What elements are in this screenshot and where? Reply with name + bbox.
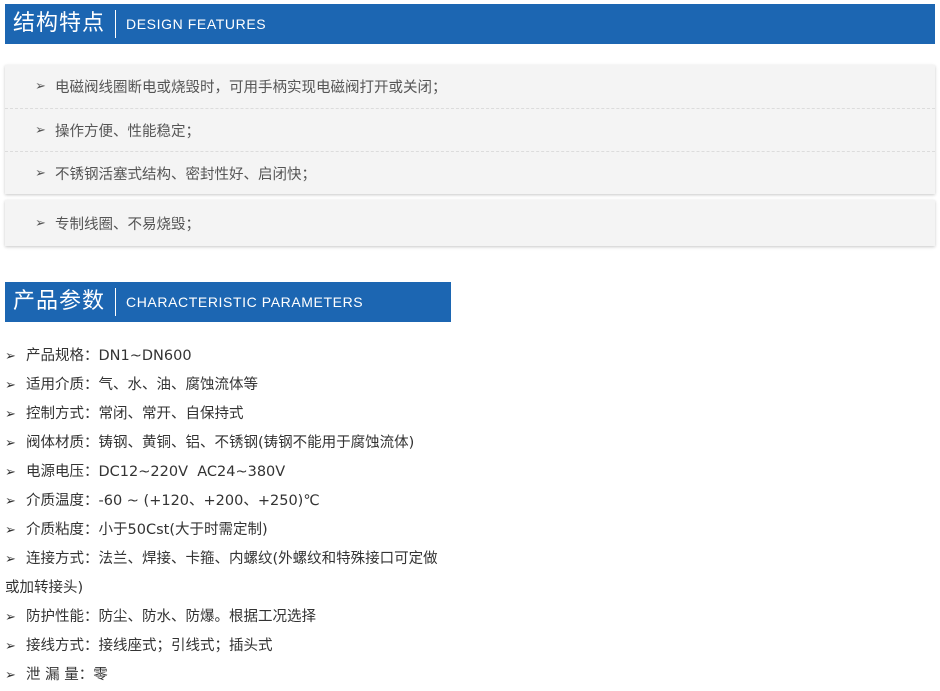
feature-item: ➢ 不锈钢活塞式结构、密封性好、启闭快； <box>5 151 935 194</box>
param-item: ➢ 介质温度：-60 ~ (+120、+200、+250)℃ <box>5 487 445 516</box>
header-divider <box>115 288 117 316</box>
header-divider <box>115 10 117 38</box>
param-item: ➢ 阀体材质：铸钢、黄铜、铝、不锈钢(铸钢不能用于腐蚀流体) <box>5 429 445 458</box>
param-text: 阀体材质：铸钢、黄铜、铝、不锈钢(铸钢不能用于腐蚀流体) <box>26 435 415 451</box>
params-list: ➢ 产品规格：DN1~DN600 ➢ 适用介质：气、水、油、腐蚀流体等 ➢ 控制方式：… <box>5 342 445 690</box>
param-text: 接线方式：接线座式；引线式；插头式 <box>26 638 273 654</box>
feature-item-text: 电磁阀线圈断电或烧毁时，可用手柄实现电磁阀打开或关闭； <box>55 80 447 96</box>
param-text: 电源电压：DC12~220V AC24~380V <box>26 464 286 480</box>
param-text: 介质温度：-60 ~ (+120、+200、+250)℃ <box>26 493 320 509</box>
param-text: 产品规格：DN1~DN600 <box>26 348 192 364</box>
features-title-zh: 结构特点 <box>13 11 106 36</box>
param-item: ➢ 适用介质：气、水、油、腐蚀流体等 <box>5 371 445 400</box>
param-text: 防护性能：防尘、防水、防爆。根据工况选择 <box>26 609 316 625</box>
param-item: ➢ 控制方式：常闭、常开、自保持式 <box>5 400 445 429</box>
features-section-header: 结构特点 DESIGN FEATURES <box>5 4 935 44</box>
params-title-en: CHARACTERISTIC PARAMETERS <box>126 294 364 310</box>
param-text: 介质粘度：小于50Cst(大于时需定制) <box>26 522 268 538</box>
feature-item: ➢ 电磁阀线圈断电或烧毁时，可用手柄实现电磁阀打开或关闭； <box>5 65 935 108</box>
params-section-header: 产品参数 CHARACTERISTIC PARAMETERS <box>5 282 451 322</box>
arrow-right-icon: ➢ <box>35 215 46 231</box>
param-item: ➢ 接线方式：接线座式；引线式；插头式 <box>5 632 445 661</box>
param-item: ➢ 电源电压：DC12~220V AC24~380V <box>5 458 445 487</box>
arrow-right-icon: ➢ <box>5 349 16 364</box>
arrow-right-icon: ➢ <box>5 465 16 480</box>
features-box-secondary: ➢ 专制线圈、不易烧毁； <box>5 200 935 246</box>
param-text: 连接方式：法兰、焊接、卡箍、内螺纹(外螺纹和特殊接口可定做或加转接头) <box>5 551 438 596</box>
arrow-right-icon: ➢ <box>5 668 16 683</box>
params-title-zh: 产品参数 <box>13 289 106 314</box>
arrow-right-icon: ➢ <box>5 378 16 393</box>
param-text: 泄 漏 量：零 <box>26 667 108 683</box>
param-item: ➢ 防护性能：防尘、防水、防爆。根据工况选择 <box>5 603 445 632</box>
arrow-right-icon: ➢ <box>5 639 16 654</box>
features-box: ➢ 电磁阀线圈断电或烧毁时，可用手柄实现电磁阀打开或关闭； ➢ 操作方便、性能稳… <box>5 65 935 194</box>
arrow-right-icon: ➢ <box>5 494 16 509</box>
feature-item-text: 操作方便、性能稳定； <box>55 123 200 140</box>
param-item: ➢ 泄 漏 量：零 <box>5 661 445 690</box>
arrow-right-icon: ➢ <box>5 523 16 538</box>
arrow-right-icon: ➢ <box>5 436 16 451</box>
arrow-right-icon: ➢ <box>5 552 16 567</box>
feature-item: ➢ 专制线圈、不易烧毁； <box>5 200 935 246</box>
feature-item: ➢ 操作方便、性能稳定； <box>5 108 935 151</box>
features-title-en: DESIGN FEATURES <box>126 16 267 32</box>
param-item: ➢ 连接方式：法兰、焊接、卡箍、内螺纹(外螺纹和特殊接口可定做或加转接头) <box>5 545 445 603</box>
arrow-right-icon: ➢ <box>35 122 46 138</box>
arrow-right-icon: ➢ <box>5 407 16 422</box>
arrow-right-icon: ➢ <box>5 610 16 625</box>
param-text: 控制方式：常闭、常开、自保持式 <box>26 406 244 422</box>
param-item: ➢ 产品规格：DN1~DN600 <box>5 342 445 371</box>
param-item: ➢ 介质粘度：小于50Cst(大于时需定制) <box>5 516 445 545</box>
arrow-right-icon: ➢ <box>35 165 46 181</box>
feature-item-text: 专制线圈、不易烧毁； <box>55 216 200 233</box>
feature-item-text: 不锈钢活塞式结构、密封性好、启闭快； <box>55 166 316 183</box>
param-text: 适用介质：气、水、油、腐蚀流体等 <box>26 377 258 393</box>
arrow-right-icon: ➢ <box>35 79 46 94</box>
